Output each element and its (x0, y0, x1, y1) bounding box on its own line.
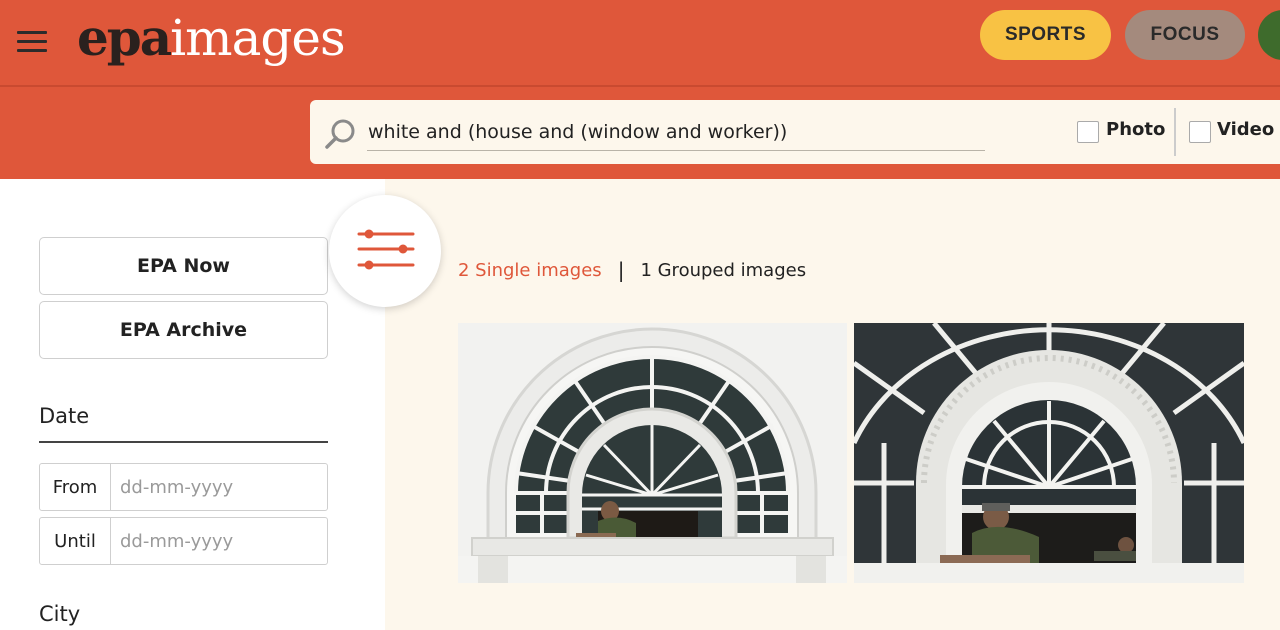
result-thumbnail-1[interactable] (458, 323, 847, 583)
epa-images-logo[interactable]: epa images (77, 8, 346, 68)
filter-toggle-button[interactable] (329, 195, 441, 307)
video-checkbox-label[interactable]: Video (1217, 119, 1274, 140)
logo-epa-text: epa (77, 8, 172, 67)
result-thumbnail-2[interactable] (854, 323, 1244, 583)
date-until-field: Until (39, 517, 328, 565)
date-from-field: From (39, 463, 328, 511)
epa-archive-button[interactable]: EPA Archive (39, 301, 328, 359)
results-count-bar: 2 Single images | 1 Grouped images (458, 258, 806, 282)
arched-window-image (458, 323, 847, 583)
photo-checkbox-label[interactable]: Photo (1106, 119, 1165, 140)
date-from-label: From (40, 464, 111, 510)
date-until-input[interactable] (120, 526, 320, 556)
date-until-label: Until (40, 518, 111, 564)
logo-images-text: images (170, 9, 345, 67)
hamburger-menu-icon[interactable] (17, 31, 47, 53)
results-separator: | (617, 258, 625, 282)
filter-sliders-icon (357, 229, 415, 270)
date-from-input[interactable] (120, 472, 320, 502)
search-icon[interactable] (324, 117, 358, 151)
nav-pill-focus[interactable]: FOCUS (1125, 10, 1245, 60)
date-section-title: Date (39, 404, 90, 428)
photo-checkbox[interactable] (1077, 121, 1099, 143)
fanlight-window-image (854, 323, 1244, 583)
filter-separator (1174, 108, 1176, 156)
city-section-title: City (39, 602, 81, 626)
epa-now-button[interactable]: EPA Now (39, 237, 328, 295)
date-section-rule (39, 441, 328, 443)
video-checkbox[interactable] (1189, 121, 1211, 143)
search-input[interactable] (367, 114, 985, 151)
nav-pill-sports[interactable]: SPORTS (980, 10, 1111, 60)
single-images-tab[interactable]: 2 Single images (458, 260, 602, 281)
grouped-images-tab[interactable]: 1 Grouped images (640, 260, 806, 281)
header-divider (0, 85, 1280, 87)
